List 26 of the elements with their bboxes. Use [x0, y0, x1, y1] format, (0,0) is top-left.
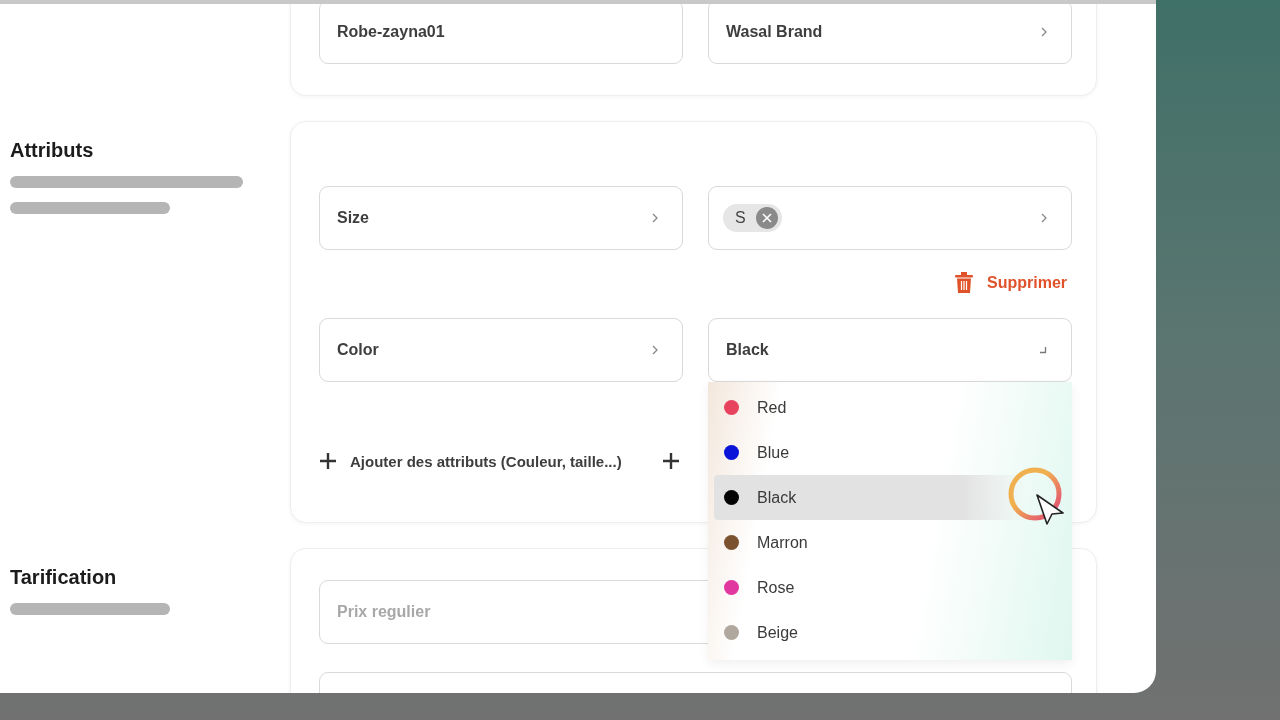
attribute-select[interactable]: Color	[319, 318, 683, 382]
chevron-right-icon	[1041, 213, 1047, 223]
remove-icon	[755, 207, 778, 229]
add-button[interactable]	[661, 452, 680, 470]
dropdown-item[interactable]: Blue	[714, 430, 1066, 475]
plus-icon	[319, 452, 337, 470]
field-value: Wasal Brand	[726, 23, 823, 41]
dropdown-item[interactable]: Marron	[714, 520, 1066, 565]
field-value: Black	[726, 341, 769, 359]
field-value: Color	[337, 341, 379, 359]
plus-icon	[661, 452, 680, 470]
field-value: Size	[337, 209, 369, 227]
attribute-select[interactable]: Size	[319, 186, 683, 250]
chevron-right-icon	[1041, 27, 1047, 37]
chip-label: S	[735, 209, 746, 227]
trash-icon	[955, 272, 973, 293]
add-attribute-button[interactable]: Ajouter des attributs (Couleur, taille...)	[319, 452, 622, 470]
chevron-right-icon	[652, 345, 658, 355]
delete-button[interactable]: Supprimer	[955, 272, 1069, 293]
value-select[interactable]: S	[708, 186, 1072, 250]
section-title: Tarification	[10, 566, 118, 589]
field-value: Robe-zayna01	[337, 23, 445, 41]
chevron-right-icon	[652, 213, 658, 223]
caret-icon	[1039, 346, 1047, 354]
section-title: Attributs	[10, 139, 95, 162]
dropdown-item[interactable]: Red	[714, 385, 1066, 430]
